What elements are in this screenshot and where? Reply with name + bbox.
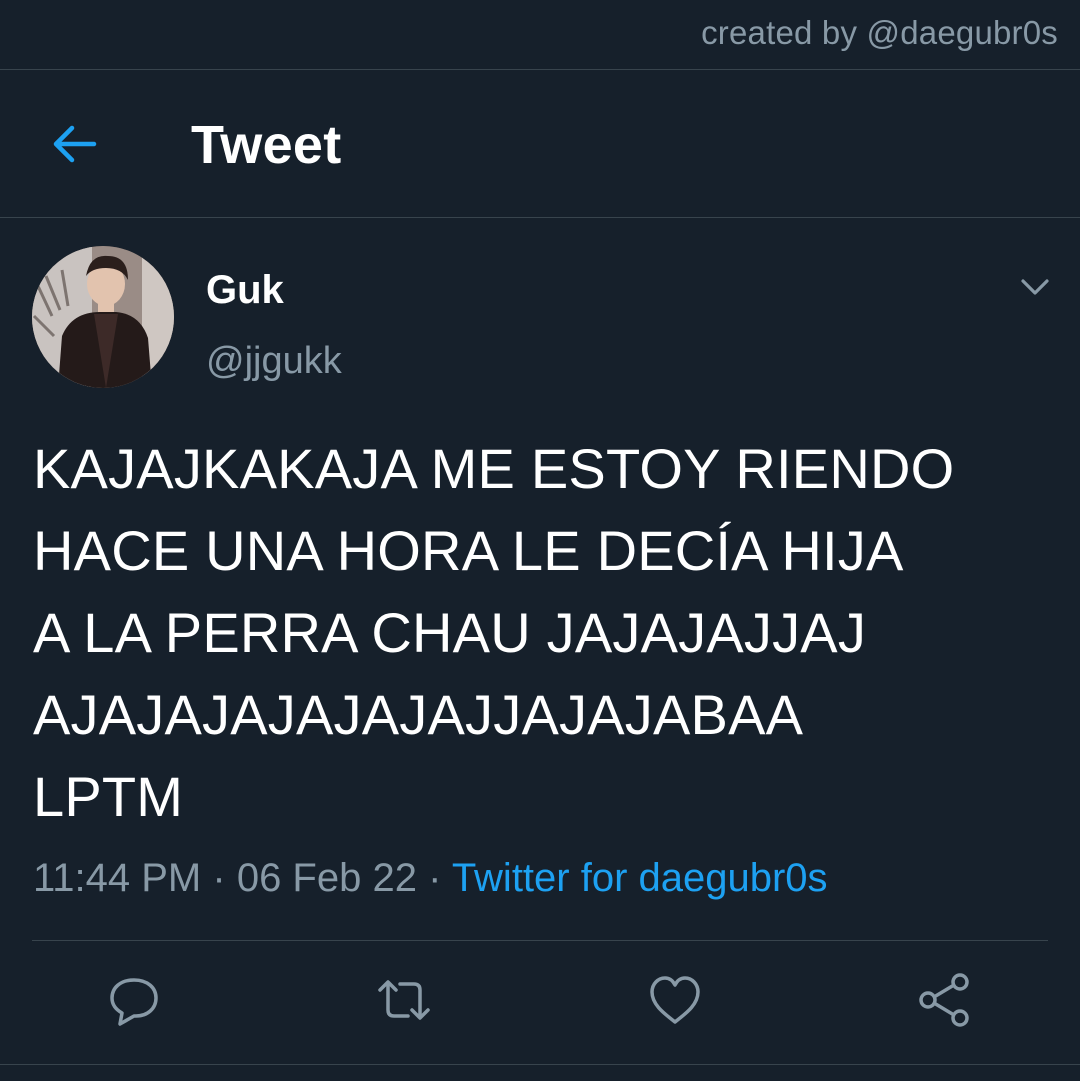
reply-icon xyxy=(110,978,158,1026)
tweet-time[interactable]: 11:44 PM xyxy=(33,856,201,900)
share-button[interactable] xyxy=(914,970,974,1030)
avatar[interactable] xyxy=(32,246,174,388)
avatar-photo xyxy=(32,246,174,388)
retweet-icon xyxy=(378,980,430,1020)
like-button[interactable] xyxy=(645,970,705,1030)
meta-divider xyxy=(32,940,1048,941)
retweet-button[interactable] xyxy=(374,970,434,1030)
meta-separator: · xyxy=(428,856,442,900)
meta-separator: · xyxy=(212,856,226,900)
page-title: Tweet xyxy=(191,115,342,175)
header-bar: Tweet xyxy=(0,70,1080,217)
back-button[interactable] xyxy=(42,112,106,176)
like-icon xyxy=(650,976,700,1024)
bottom-divider xyxy=(0,1064,1080,1065)
tweet-date[interactable]: 06 Feb 22 xyxy=(237,856,417,900)
arrow-left-icon xyxy=(53,125,97,163)
watermark-text: created by @daegubr0s xyxy=(701,14,1058,51)
tweet-text-line: LPTM xyxy=(33,765,184,828)
share-icon xyxy=(919,973,969,1027)
tweet-text-line: AJAJAJAJAJAJAJJAJAJABAA xyxy=(33,683,804,746)
tweet-text-line: HACE UNA HORA LE DECÍA HIJA xyxy=(33,519,904,582)
more-options-button[interactable] xyxy=(1014,266,1056,308)
reply-button[interactable] xyxy=(104,970,164,1030)
chevron-down-icon xyxy=(1021,279,1049,295)
tweet-text: KAJAJKAKAJA ME ESTOY RIENDO HACE UNA HOR… xyxy=(33,428,1053,838)
tweet-text-line: KAJAJKAKAJA ME ESTOY RIENDO xyxy=(33,437,955,500)
header-divider xyxy=(0,217,1080,218)
tweet-text-line: A LA PERRA CHAU JAJAJAJJAJ xyxy=(33,601,867,664)
author-handle[interactable]: @jjgukk xyxy=(206,340,342,383)
tweet-source-link[interactable]: Twitter for daegubr0s xyxy=(452,856,828,900)
author-name[interactable]: Guk xyxy=(206,268,284,313)
tweet-meta: 11:44 PM · 06 Feb 22 · Twitter for daegu… xyxy=(33,856,828,901)
